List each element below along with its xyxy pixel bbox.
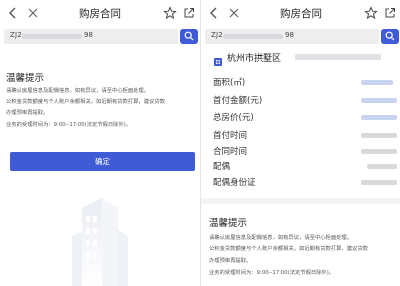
contract-search-input[interactable]: ZJ2 98 — [4, 29, 178, 44]
masked-address — [295, 54, 381, 60]
tips-line: 办理预审再提取。 — [6, 110, 49, 116]
section-divider — [201, 198, 400, 204]
building-icon — [72, 196, 128, 286]
city-name: 杭州市拱墅区 — [227, 54, 282, 64]
star-icon[interactable] — [163, 5, 177, 20]
masked-number — [22, 34, 82, 39]
field-spouse-value — [367, 164, 397, 169]
field-total-price-value — [361, 115, 397, 120]
contract-search-input[interactable]: ZJ2 98 — [205, 29, 379, 44]
tips-line: 业务的受理时间为：9:00--17:00(法定节假日除外)。 — [6, 122, 132, 128]
field-spouse-id-label: 配偶身份证 — [213, 178, 256, 188]
field-down-payment-time-value — [361, 133, 397, 138]
top-bar: 购房合同 — [0, 0, 200, 26]
field-total-price-label: 总房价(元) — [213, 113, 254, 123]
search-value-prefix: ZJ2 — [10, 31, 22, 39]
tips-title: 温馨提示 — [6, 73, 45, 84]
search-value-suffix: 98 — [285, 31, 294, 39]
field-down-payment-label: 首付金额(元) — [213, 96, 263, 106]
right-screen: 购房合同 ZJ2 98 杭州市拱墅区 面积(㎡) 首付金额(元) 总房价(元) … — [200, 0, 400, 286]
field-area-value — [361, 80, 393, 85]
top-bar: 购房合同 — [201, 0, 400, 26]
tips-line: 办理预审再提取。 — [209, 258, 252, 264]
tips-line: 业务的受理时间为：9:00--17:00(法定节假日除外)。 — [209, 270, 335, 276]
search-value-suffix: 98 — [84, 31, 93, 39]
field-down-payment-time-label: 首付时间 — [213, 131, 248, 141]
tips-title: 温馨提示 — [209, 218, 248, 229]
search-icon — [385, 31, 395, 41]
share-icon[interactable] — [182, 5, 196, 19]
tips-line: 公积金贷款额度与个人账户余额相关，如近期有贷款打算，建议贷款 — [6, 99, 165, 105]
search-value-prefix: ZJ2 — [211, 31, 223, 39]
search-icon — [184, 31, 194, 41]
star-icon[interactable] — [364, 5, 378, 20]
tips-line: 公积金贷款额度与个人账户余额相关，如近期有贷款打算，建议贷款 — [209, 246, 368, 252]
house-icon — [213, 52, 223, 71]
search-button[interactable] — [381, 29, 399, 44]
field-contract-time-label: 合同时间 — [213, 147, 248, 157]
left-screen: 购房合同 ZJ2 98 温馨提示 请确认房屋信息及配偶信息，如有异议，请至中心柜… — [0, 0, 200, 286]
confirm-button[interactable]: 确定 — [10, 152, 195, 171]
search-button[interactable] — [180, 29, 198, 44]
tips-line: 请确认房屋信息及配偶信息，如有异议，请至中心柜面处理。 — [6, 88, 150, 94]
field-contract-time-value — [361, 149, 397, 154]
field-down-payment-value — [361, 98, 397, 103]
share-icon[interactable] — [383, 5, 397, 19]
field-spouse-label: 配偶 — [213, 162, 231, 172]
field-spouse-id-value — [361, 180, 397, 185]
masked-number — [223, 34, 283, 39]
field-area-label: 面积(㎡) — [213, 78, 246, 88]
tips-line: 请确认房屋信息及配偶信息，如有异议，请至中心柜面处理。 — [209, 235, 353, 241]
